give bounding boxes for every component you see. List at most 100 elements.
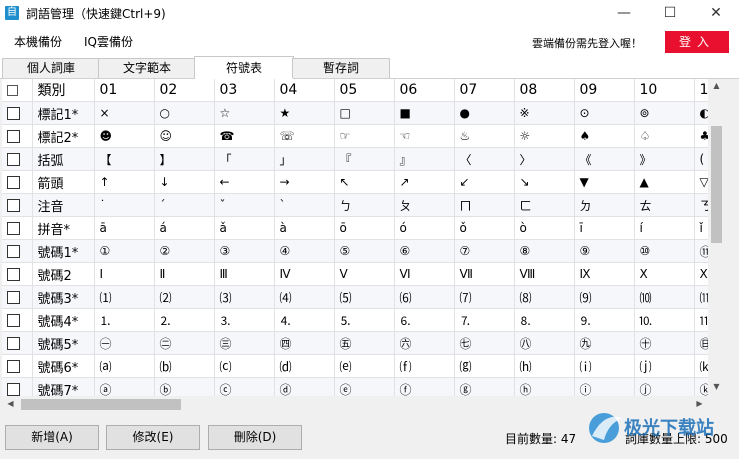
symbol-cell[interactable]: ↑ — [94, 170, 155, 194]
symbol-cell[interactable]: ò — [514, 216, 575, 240]
symbol-cell[interactable]: × — [94, 101, 155, 125]
symbol-cell[interactable]: Ⅵ — [394, 262, 455, 286]
symbol-cell[interactable]: ④ — [274, 239, 335, 263]
symbol-cell[interactable]: ☞ — [334, 124, 395, 148]
symbol-cell[interactable]: ⑷ — [274, 285, 335, 309]
symbol-cell[interactable]: 】 — [154, 147, 215, 171]
scroll-left-arrow-icon[interactable]: ◀ — [2, 399, 19, 408]
checkbox-icon[interactable] — [7, 107, 20, 120]
category-cell[interactable]: 號碼6* — [32, 354, 95, 378]
scroll-up-arrow-icon[interactable]: ▲ — [708, 81, 725, 90]
symbol-cell[interactable]: ⒐ — [574, 308, 635, 332]
symbol-cell[interactable]: Ⅺ — [694, 262, 708, 286]
category-cell[interactable]: 號碼7* — [32, 377, 95, 396]
symbol-cell[interactable]: ⊙ — [574, 101, 635, 125]
symbol-cell[interactable]: ⒡ — [394, 354, 455, 378]
symbol-cell[interactable]: ⒉ — [154, 308, 215, 332]
symbol-cell[interactable]: ⓙ — [634, 377, 695, 396]
symbol-cell[interactable]: 〈 — [454, 147, 515, 171]
symbol-cell[interactable]: Ⅷ — [514, 262, 575, 286]
symbol-cell[interactable]: ☼ — [514, 124, 575, 148]
symbol-cell[interactable]: ▲ — [634, 170, 695, 194]
tab-personal-dictionary[interactable]: 個人詞庫 — [2, 58, 100, 78]
symbol-cell[interactable]: Ⅴ — [334, 262, 395, 286]
symbol-cell[interactable]: ó — [394, 216, 455, 240]
symbol-cell[interactable]: ① — [94, 239, 155, 263]
symbol-cell[interactable]: □ — [334, 101, 395, 125]
table-row[interactable]: 括弧【】「」『』〈〉《》( — [2, 147, 708, 171]
symbol-cell[interactable]: 【 — [94, 147, 155, 171]
symbol-cell[interactable]: ⒞ — [214, 354, 275, 378]
symbol-cell[interactable]: ⑾ — [694, 285, 708, 309]
symbol-cell[interactable]: ↘ — [514, 170, 575, 194]
tab-temporary-words[interactable]: 暫存詞 — [292, 58, 390, 78]
symbol-cell[interactable]: ˋ — [274, 193, 335, 217]
symbol-cell[interactable]: Ⅳ — [274, 262, 335, 286]
symbol-cell[interactable]: ˊ — [154, 193, 215, 217]
symbol-cell[interactable]: ⑪ — [694, 239, 708, 263]
symbol-cell[interactable]: ☻ — [94, 124, 155, 148]
symbol-cell[interactable]: 〉 — [514, 147, 575, 171]
add-button[interactable]: 新增(A) — [5, 425, 99, 450]
symbol-cell[interactable]: ǎ — [214, 216, 275, 240]
symbol-cell[interactable]: ⒎ — [454, 308, 515, 332]
symbol-cell[interactable]: ⓑ — [154, 377, 215, 396]
category-cell[interactable]: 標記2* — [32, 124, 95, 148]
symbol-cell[interactable]: ㄆ — [394, 193, 455, 217]
symbol-cell[interactable]: ⑧ — [514, 239, 575, 263]
table-row[interactable]: 號碼6*⒜⒝⒞⒟⒠⒡⒢⒣⒤⒥⒦ — [2, 354, 708, 378]
checkbox-icon[interactable] — [7, 84, 18, 96]
symbol-cell[interactable]: 》 — [634, 147, 695, 171]
category-cell[interactable]: 注音 — [32, 193, 95, 217]
symbol-cell[interactable]: Ⅹ — [634, 262, 695, 286]
symbol-cell[interactable]: ㄊ — [634, 193, 695, 217]
symbol-cell[interactable]: ⓘ — [574, 377, 635, 396]
minimize-button[interactable]: — — [601, 0, 647, 26]
symbol-cell[interactable]: ⑽ — [634, 285, 695, 309]
symbol-cell[interactable]: Ⅶ — [454, 262, 515, 286]
login-button[interactable]: 登入 — [665, 31, 729, 53]
symbol-cell[interactable]: ↖ — [334, 170, 395, 194]
symbol-cell[interactable]: ㊀ — [94, 331, 155, 355]
local-backup-menu[interactable]: 本機備份 — [14, 33, 62, 50]
checkbox-icon[interactable] — [7, 291, 20, 304]
symbol-cell[interactable]: ㄅ — [334, 193, 395, 217]
checkbox-icon[interactable] — [7, 337, 20, 350]
category-cell[interactable]: 號碼5* — [32, 331, 95, 355]
table-row[interactable]: 號碼7*ⓐⓑⓒⓓⓔⓕⓖⓗⓘⓙⓚ — [2, 377, 708, 396]
checkbox-icon[interactable] — [7, 314, 20, 327]
row-checkbox[interactable] — [2, 285, 33, 309]
symbol-cell[interactable]: ● — [454, 101, 515, 125]
symbol-cell[interactable]: ㊅ — [394, 331, 455, 355]
symbol-cell[interactable]: ☎ — [214, 124, 275, 148]
symbol-cell[interactable]: ˙ — [94, 193, 155, 217]
symbol-cell[interactable]: ⒢ — [454, 354, 515, 378]
symbol-cell[interactable]: Ⅰ — [94, 262, 155, 286]
row-checkbox[interactable] — [2, 377, 33, 396]
symbol-cell[interactable]: ♨ — [454, 124, 515, 148]
symbol-cell[interactable]: ③ — [214, 239, 275, 263]
row-checkbox[interactable] — [2, 239, 33, 263]
horizontal-scroll-thumb[interactable] — [21, 399, 181, 410]
row-checkbox[interactable] — [2, 354, 33, 378]
symbol-cell[interactable]: ㄈ — [514, 193, 575, 217]
symbol-cell[interactable]: ㊆ — [454, 331, 515, 355]
symbol-cell[interactable]: → — [274, 170, 335, 194]
symbol-cell[interactable]: Ⅲ — [214, 262, 275, 286]
symbol-cell[interactable]: ⑦ — [454, 239, 515, 263]
iq-backup-menu[interactable]: IQ雲備份 — [84, 33, 133, 50]
symbol-cell[interactable]: ⒈ — [94, 308, 155, 332]
symbol-cell[interactable]: ⒍ — [394, 308, 455, 332]
symbol-cell[interactable]: ⑺ — [454, 285, 515, 309]
close-button[interactable]: ✕ — [693, 0, 739, 26]
symbol-cell[interactable]: ǒ — [454, 216, 515, 240]
symbol-cell[interactable]: ⒠ — [334, 354, 395, 378]
table-row[interactable]: 標記2*☻☺☎☏☞☜♨☼♠♤♣ — [2, 124, 708, 148]
checkbox-icon[interactable] — [7, 245, 20, 258]
symbol-cell[interactable]: ⒑ — [634, 308, 695, 332]
category-cell[interactable]: 箭頭 — [32, 170, 95, 194]
row-checkbox[interactable] — [2, 170, 33, 194]
symbol-cell[interactable]: í — [634, 216, 695, 240]
scroll-down-arrow-icon[interactable]: ▼ — [708, 382, 725, 391]
symbol-cell[interactable]: ⓗ — [514, 377, 575, 396]
